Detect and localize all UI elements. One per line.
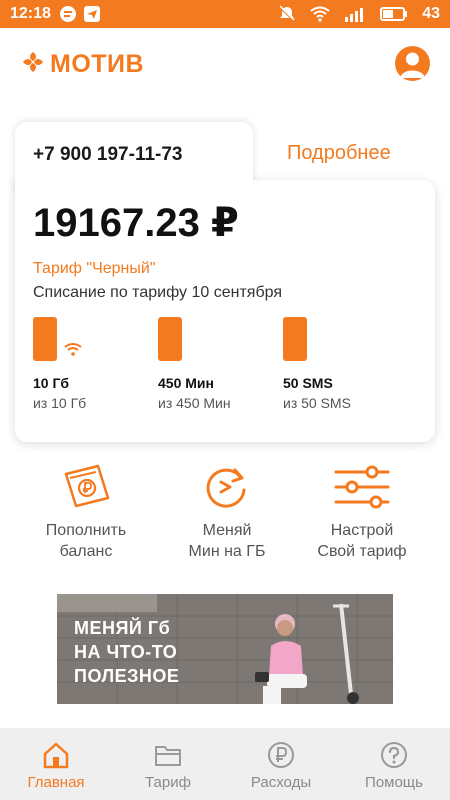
app-header: МОТИВ [0, 28, 450, 100]
exchange-icon [206, 468, 246, 508]
bottom-navigation: Главная Тариф Расходы Помощь [0, 728, 450, 800]
customize-label-line2: Свой тариф [317, 543, 407, 560]
nav-help[interactable]: Помощь [338, 728, 450, 800]
nav-expenses[interactable]: Расходы [225, 728, 337, 800]
internet-total: из 10 Гб [33, 395, 87, 411]
nav-home-label: Главная [27, 774, 85, 791]
chat-notification-icon [59, 5, 77, 23]
sms-total: из 50 SMS [283, 395, 351, 411]
logo: МОТИВ [20, 49, 144, 80]
resource-minutes: 450 Мин из 450 Мин [158, 317, 278, 417]
details-link[interactable]: Подробнее [287, 142, 391, 165]
promo-banner[interactable]: МЕНЯЙ Гб НА ЧТО-ТО ПОЛЕЗНОЕ [57, 594, 393, 704]
folder-icon [155, 746, 181, 766]
internet-remaining-bar [33, 317, 57, 361]
exchange-label-line2: Мин на ГБ [188, 543, 266, 560]
nav-expenses-label: Расходы [250, 774, 312, 791]
minutes-total: из 450 Мин [158, 395, 231, 411]
telegram-notification-icon [83, 5, 101, 23]
top-up-label-line2: баланс [59, 543, 113, 560]
minutes-value: 450 Мин [158, 375, 214, 391]
balance-card: +7 900 197-11-73 Подробнее 19167.23 ₽ Та… [15, 122, 435, 442]
resource-internet: 10 Гб из 10 Гб [33, 317, 153, 417]
banner-text-line3: ПОЛЕЗНОЕ [74, 666, 180, 686]
status-time: 12:18 [10, 5, 51, 22]
tariff-name[interactable]: Тариф "Черный" [33, 260, 156, 278]
charge-date: Списание по тарифу 10 сентября [33, 284, 283, 301]
resource-sms: 50 SMS из 50 SMS [283, 317, 403, 417]
profile-avatar-button[interactable] [395, 46, 430, 81]
status-bar: 12:18 43 [0, 0, 450, 28]
internet-value: 10 Гб [33, 375, 70, 391]
mute-icon [278, 5, 296, 23]
logo-text: МОТИВ [50, 49, 145, 78]
signal-icon [344, 6, 366, 22]
minutes-remaining-bar [158, 317, 182, 361]
battery-level: 43 [422, 5, 440, 22]
battery-icon [380, 6, 408, 22]
customize-tariff-button[interactable]: Настрой Свой тариф [287, 462, 437, 572]
ruble-coin-icon [268, 742, 294, 768]
sms-remaining-bar [283, 317, 307, 361]
home-icon [43, 742, 69, 769]
exchange-label-line1: Меняй [202, 522, 252, 539]
logo-icon [20, 49, 46, 80]
top-up-balance-button[interactable]: Пополнить баланс [11, 462, 161, 572]
customize-label-line1: Настрой [330, 522, 394, 539]
phone-number: +7 900 197-11-73 [33, 144, 183, 165]
exchange-minutes-button[interactable]: Меняй Мин на ГБ [152, 462, 302, 572]
nav-tariff-label: Тариф [145, 774, 191, 791]
balance-amount: 19167.23 ₽ [33, 201, 239, 245]
sliders-icon [334, 465, 390, 509]
banner-text-line2: НА ЧТО-ТО [74, 642, 178, 662]
nav-help-label: Помощь [365, 774, 423, 791]
sms-value: 50 SMS [283, 375, 333, 391]
nav-home[interactable]: Главная [0, 728, 112, 800]
wifi-status-icon [310, 6, 330, 22]
nav-tariff[interactable]: Тариф [112, 728, 224, 800]
help-icon [381, 742, 407, 768]
top-up-label-line1: Пополнить [45, 522, 127, 539]
banner-text-line1: МЕНЯЙ Гб [74, 618, 171, 638]
wallet-ruble-icon [64, 464, 110, 508]
user-icon [400, 52, 425, 78]
wifi-icon [63, 341, 83, 362]
